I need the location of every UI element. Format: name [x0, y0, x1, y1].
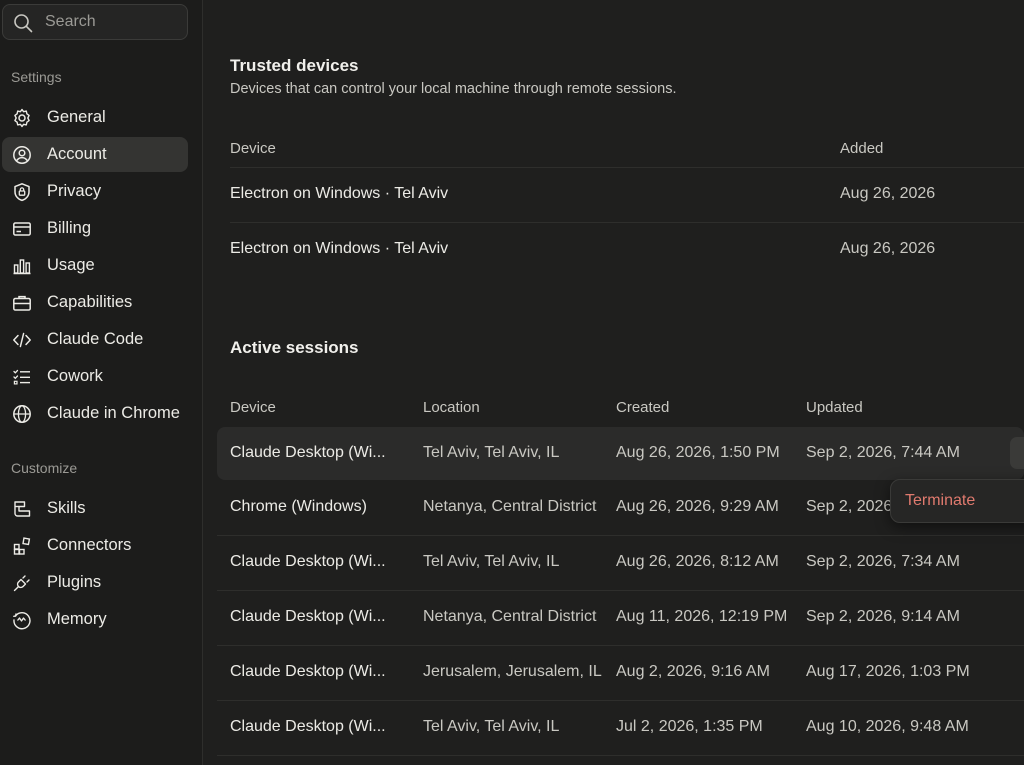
sidebar-item-account[interactable]: Account [2, 137, 188, 172]
session-location: Tel Aviv, Tel Aviv, IL [423, 444, 560, 461]
session-device: Claude Desktop (Wi... [230, 553, 386, 570]
gear-icon [14, 108, 30, 128]
session-updated: Aug 17, 2026, 1:03 PM [806, 663, 970, 680]
trusted-devices-subtitle: Devices that can control your local mach… [230, 81, 677, 97]
sidebar-item-skills[interactable]: Skills [2, 491, 188, 526]
session-location: Netanya, Central District [423, 498, 597, 515]
sidebar-item-label: General [47, 108, 106, 126]
session-row[interactable]: Claude Desktop (Wi... Tel Aviv, Tel Aviv… [217, 701, 1024, 756]
sessions-table-header: Device Location Created Updated [230, 390, 1024, 428]
col-header-device: Device [230, 140, 276, 157]
session-updated: Sep 2, 2026, 7:34 AM [806, 553, 960, 570]
col-header-device: Device [230, 399, 276, 416]
sidebar-item-usage[interactable]: Usage [2, 248, 188, 283]
sidebar-item-label: Claude in Chrome [47, 404, 180, 422]
search-icon [14, 14, 33, 33]
globe-icon [13, 405, 31, 423]
sidebar-item-label: Skills [47, 499, 86, 517]
plug-icon [13, 575, 30, 592]
user-circle-icon [13, 146, 31, 164]
sidebar-item-billing[interactable]: Billing [2, 211, 188, 246]
sidebar-item-label: Claude Code [47, 330, 144, 348]
session-updated: Sep 2, 2026, 7:44 AM [806, 444, 960, 461]
session-device: Chrome (Windows) [230, 498, 367, 515]
session-created: Aug 26, 2026, 9:29 AM [616, 498, 779, 515]
sidebar-item-general[interactable]: General [2, 100, 188, 135]
device-name: Electron on Windows · Tel Aviv [230, 240, 449, 257]
memory-icon [13, 612, 31, 630]
device-added: Aug 26, 2026 [840, 240, 936, 257]
session-location: Netanya, Central District [423, 608, 597, 625]
session-device: Claude Desktop (Wi... [230, 608, 386, 625]
sidebar-item-label: Cowork [47, 367, 103, 385]
session-updated: Sep 2, 2026, 9:14 AM [806, 608, 960, 625]
session-created: Aug 26, 2026, 1:50 PM [616, 444, 780, 461]
terminate-menu-item[interactable]: Terminate [905, 492, 975, 510]
sidebar-item-label: Plugins [47, 573, 102, 591]
bar-chart-icon [13, 259, 31, 275]
sidebar-item-plugins[interactable]: Plugins [2, 565, 188, 600]
session-row[interactable]: Claude Desktop (Wi... Netanya, Central D… [217, 591, 1024, 646]
sidebar-item-label: Account [47, 145, 107, 163]
session-options-menu: Terminate [890, 479, 1024, 523]
session-created: Aug 11, 2026, 12:19 PM [616, 608, 788, 625]
sidebar-item-claude-in-chrome[interactable]: Claude in Chrome [2, 396, 188, 431]
search-box[interactable] [2, 4, 188, 40]
sidebar-item-claude-code[interactable]: Claude Code [2, 322, 188, 357]
device-added: Aug 26, 2026 [840, 185, 936, 202]
code-icon [13, 332, 31, 348]
active-sessions-title: Active sessions [230, 338, 359, 357]
session-row[interactable]: Claude Desktop (Wi... Jerusalem, Jerusal… [217, 646, 1024, 701]
session-location: Jerusalem, Jerusalem, IL [423, 663, 602, 680]
session-row[interactable]: Claude Desktop (Wi... Tel Aviv, Tel Aviv… [217, 427, 1024, 480]
trusted-device-row: Electron on Windows · Tel Aviv Aug 26, 2… [230, 168, 1024, 223]
connectors-icon [13, 537, 31, 555]
checklist-icon [13, 369, 30, 385]
session-created: Jul 2, 2026, 1:35 PM [616, 718, 763, 735]
sidebar-item-cowork[interactable]: Cowork [2, 359, 188, 394]
session-device: Claude Desktop (Wi... [230, 663, 386, 680]
trusted-device-row: Electron on Windows · Tel Aviv Aug 26, 2… [230, 223, 1024, 278]
session-updated: Aug 10, 2026, 9:48 AM [806, 718, 969, 735]
col-header-location: Location [423, 399, 480, 416]
session-location: Tel Aviv, Tel Aviv, IL [423, 553, 560, 570]
sidebar-item-label: Usage [47, 256, 95, 274]
sidebar-item-label: Capabilities [47, 293, 133, 311]
more-options-icon[interactable] [1010, 437, 1024, 469]
shield-lock-icon [14, 183, 30, 202]
session-device: Claude Desktop (Wi... [230, 444, 386, 461]
session-created: Aug 2, 2026, 9:16 AM [616, 663, 770, 680]
session-updated: Sep 2, 2026 [806, 498, 893, 515]
customize-section-label: Customize [11, 460, 78, 476]
session-location: Tel Aviv, Tel Aviv, IL [423, 718, 560, 735]
sidebar-item-label: Billing [47, 219, 92, 237]
col-header-created: Created [616, 399, 670, 416]
briefcase-icon [13, 295, 31, 311]
trusted-devices-title: Trusted devices [230, 56, 359, 75]
trusted-table-header: Device Added [230, 132, 1024, 168]
device-name: Electron on Windows · Tel Aviv [230, 185, 449, 202]
sidebar-item-label: Memory [47, 610, 107, 628]
sidebar-item-label: Connectors [47, 536, 132, 554]
main-content: Trusted devices Devices that can control… [204, 0, 1024, 765]
search-input[interactable] [45, 11, 181, 33]
credit-card-icon [13, 222, 31, 236]
sidebar-item-memory[interactable]: Memory [2, 602, 188, 637]
settings-section-label: Settings [11, 69, 62, 85]
col-header-updated: Updated [806, 399, 863, 416]
sidebar-item-connectors[interactable]: Connectors [2, 528, 188, 563]
session-device: Claude Desktop (Wi... [230, 718, 386, 735]
session-row[interactable]: Claude Desktop (Wi... Tel Aviv, Tel Aviv… [217, 536, 1024, 591]
sidebar: Settings General Account Privacy Billing [0, 0, 203, 765]
col-header-added: Added [840, 140, 884, 157]
sidebar-item-label: Privacy [47, 182, 102, 200]
session-created: Aug 26, 2026, 8:12 AM [616, 553, 779, 570]
sidebar-item-capabilities[interactable]: Capabilities [2, 285, 188, 320]
sidebar-item-privacy[interactable]: Privacy [2, 174, 188, 209]
skills-icon [14, 501, 31, 517]
